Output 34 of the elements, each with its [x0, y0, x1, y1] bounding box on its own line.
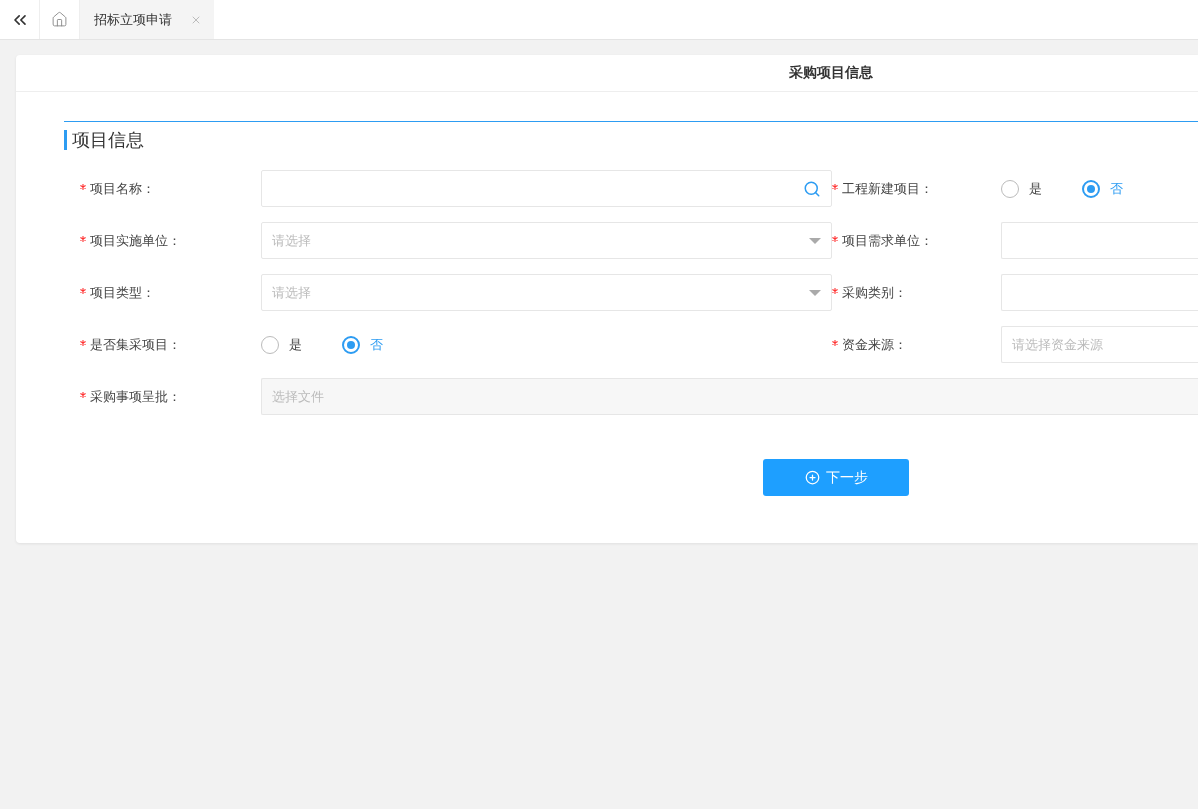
radio-circle[interactable] — [342, 335, 360, 354]
home-icon[interactable] — [51, 11, 68, 28]
caret-icon — [809, 237, 821, 244]
search-field[interactable] — [261, 170, 832, 207]
field-label: 项目名称： — [80, 179, 261, 198]
field-label: 项目类型： — [80, 283, 261, 302]
input-field[interactable] — [1001, 274, 1198, 311]
select-field[interactable]: 请选择 — [261, 222, 832, 259]
field-label: 项目实施单位： — [80, 231, 261, 250]
radio-option[interactable]: 是 — [1001, 179, 1042, 198]
radio-label: 是 — [289, 335, 302, 354]
next-button[interactable]: 下一步 — [763, 459, 909, 496]
field-label: 采购类别： — [832, 283, 1001, 302]
radio-label: 否 — [1110, 179, 1123, 198]
select-field[interactable]: 请选择 — [261, 274, 832, 311]
field-label: 采购事项呈批： — [80, 387, 261, 406]
search-icon[interactable] — [803, 179, 821, 198]
input-field[interactable]: 请选择资金来源 — [1001, 326, 1198, 363]
input-field[interactable] — [1001, 222, 1198, 259]
radio-option[interactable]: 否 — [342, 335, 383, 354]
radio-option[interactable]: 是 — [261, 335, 302, 354]
radio-option[interactable]: 否 — [1082, 179, 1123, 198]
section-title: 项目信息 — [64, 130, 1198, 150]
plus-circle-icon — [804, 470, 820, 485]
field-label: 工程新建项目： — [832, 179, 1001, 198]
radio-label: 是 — [1029, 179, 1042, 198]
radio-label: 否 — [370, 335, 383, 354]
field-label: 项目需求单位： — [832, 231, 1001, 250]
caret-icon — [809, 289, 821, 296]
radio-circle[interactable] — [1082, 179, 1100, 198]
card-title: 采购项目信息 — [16, 55, 1198, 92]
tab[interactable]: 招标立项申请 — [80, 0, 214, 39]
field-label: 是否集采项目： — [80, 335, 261, 354]
field-label: 资金来源： — [832, 335, 1001, 354]
